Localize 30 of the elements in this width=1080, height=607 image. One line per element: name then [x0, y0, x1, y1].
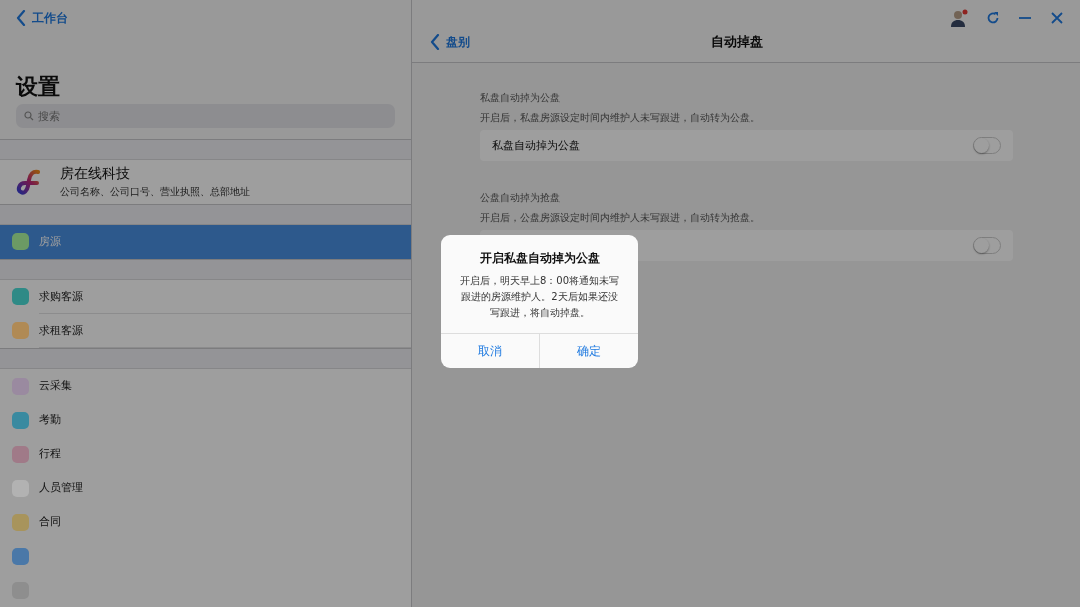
sidebar-item[interactable]: 行程	[0, 437, 411, 471]
dialog-message: 开启后，明天早上8：00将通知未写跟进的房源维护人。2天后如果还没写跟进，将自动掉盘。	[458, 274, 621, 320]
sidebar-item[interactable]: 人员管理	[0, 471, 411, 505]
back-icon	[430, 34, 440, 50]
toggle-switch[interactable]	[973, 137, 1001, 154]
setting-row: 私盘自动掉为公盘	[480, 130, 1013, 161]
toggle-switch[interactable]	[973, 237, 1001, 254]
company-card[interactable]: 房在线科技 公司名称、公司口号、营业执照、总部地址	[0, 160, 411, 204]
close-icon[interactable]	[1050, 11, 1064, 25]
sidebar-item[interactable]: 考勤	[0, 403, 411, 437]
dialog-button[interactable]: 取消	[441, 334, 539, 368]
company-name: 房在线科技	[60, 164, 131, 183]
sidebar-item[interactable]: 云采集	[0, 369, 411, 403]
page-title: 自动掉盘	[710, 33, 764, 51]
search-field[interactable]: 搜索	[16, 104, 395, 128]
section-label: 私盘自动掉为公盘	[480, 91, 561, 105]
sidebar-item[interactable]: 求购客源	[0, 279, 411, 314]
page-title: 设置	[16, 74, 61, 100]
sidebar-item[interactable]: 合同	[0, 505, 411, 539]
avatar-icon[interactable]	[950, 9, 968, 27]
section-label: 公盘自动掉为抢盘	[480, 191, 561, 205]
sidebar-item[interactable]: 求租客源	[0, 313, 411, 348]
refresh-icon[interactable]	[986, 11, 1000, 25]
back-icon	[16, 10, 26, 26]
dialog-title: 开启私盘自动掉为公盘	[478, 250, 601, 267]
section-description: 开启后，私盘房源设定时间内维护人未写跟进，自动转为公盘。	[480, 111, 761, 125]
company-subtitle: 公司名称、公司口号、营业执照、总部地址	[60, 185, 250, 199]
search-icon	[24, 111, 34, 121]
section-description: 开启后，公盘房源设定时间内维护人未写跟进，自动转为抢盘。	[480, 211, 761, 225]
dialog-button[interactable]: 确定	[539, 334, 638, 368]
